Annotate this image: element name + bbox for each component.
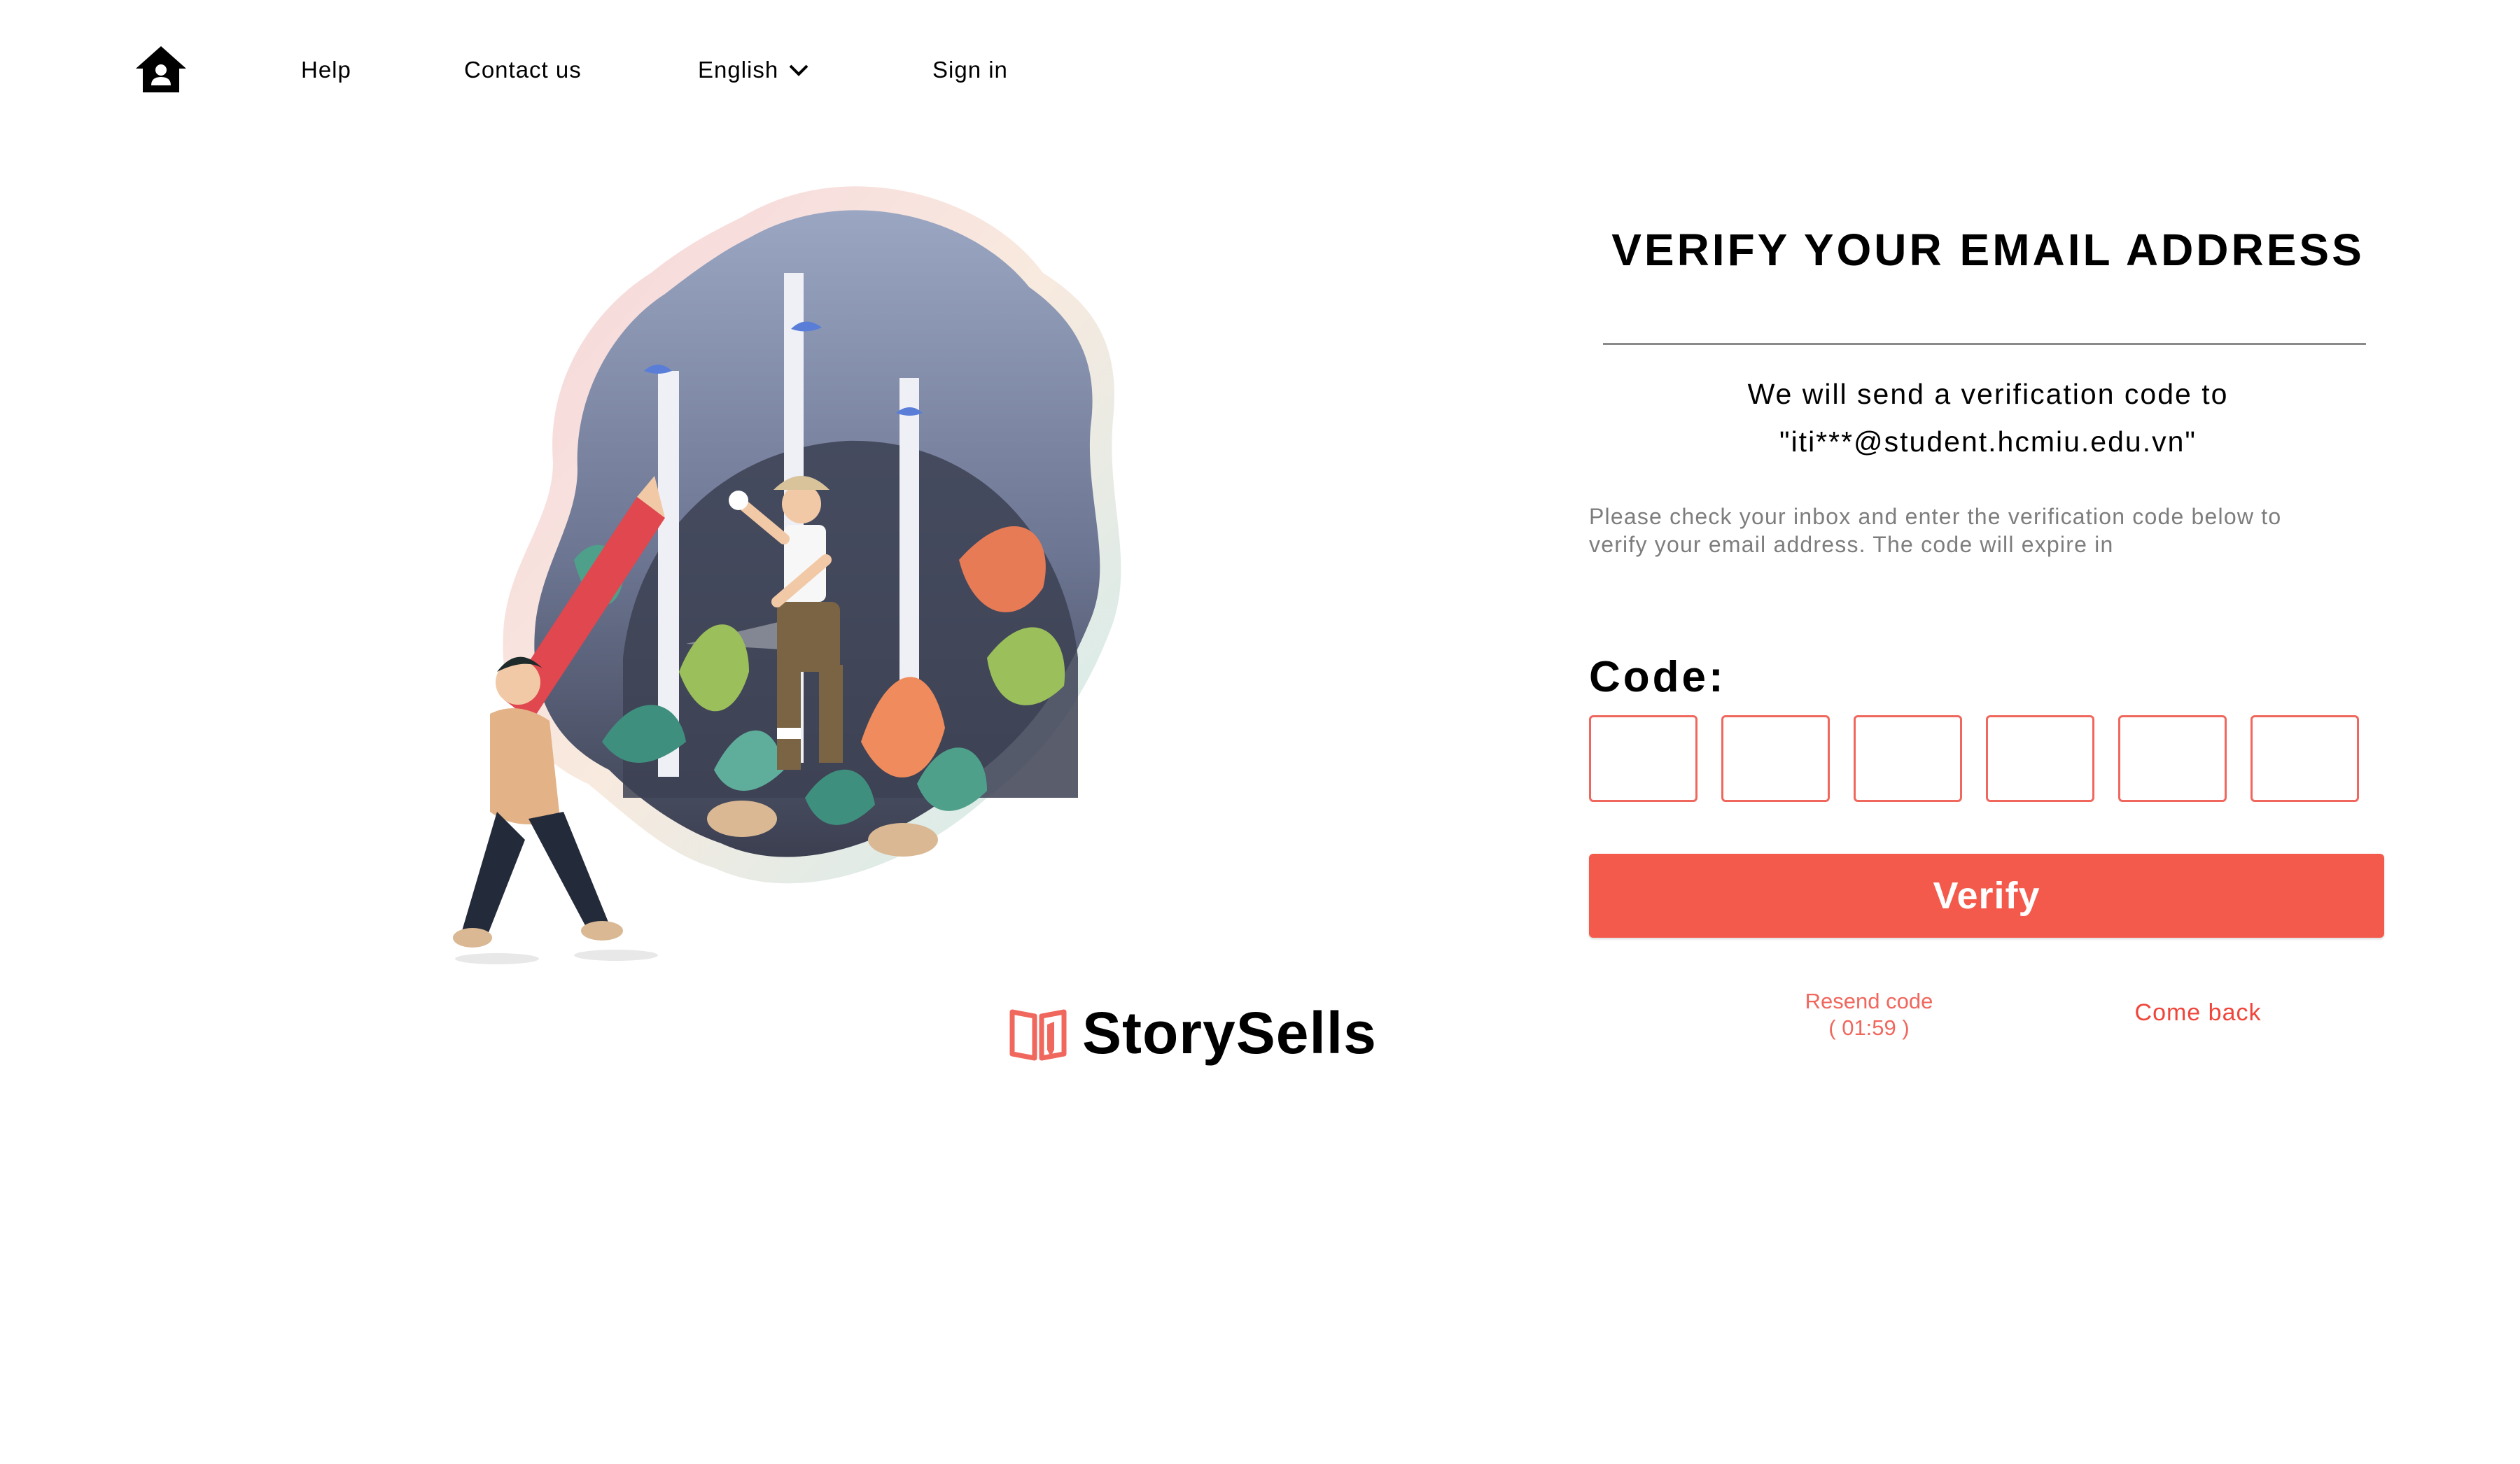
- brand-name: StorySells: [1082, 1000, 1377, 1066]
- code-digit-5[interactable]: [2118, 715, 2227, 802]
- come-back-link[interactable]: Come back: [2093, 999, 2303, 1027]
- send-notice: We will send a verification code to: [1747, 378, 2229, 410]
- code-digit-3[interactable]: [1854, 715, 1962, 802]
- code-digit-2[interactable]: [1721, 715, 1830, 802]
- title-divider: [1603, 343, 2366, 345]
- code-inputs: [1589, 715, 2359, 802]
- chevron-down-icon: [789, 64, 808, 76]
- top-nav: Help Contact us English Sign in: [133, 38, 1007, 101]
- home-icon[interactable]: [133, 42, 189, 98]
- code-digit-4[interactable]: [1986, 715, 2094, 802]
- code-label: Code:: [1589, 653, 1726, 701]
- nav-help-link[interactable]: Help: [301, 57, 351, 83]
- language-label: English: [698, 57, 779, 83]
- forest-explorer-illustration: [453, 186, 1121, 964]
- book-pencil-icon: [1009, 1009, 1067, 1060]
- resend-label: Resend code: [1805, 989, 1933, 1013]
- brand-logo: StorySells: [1007, 999, 1377, 1067]
- verify-button[interactable]: Verify: [1589, 854, 2384, 938]
- language-select[interactable]: English: [698, 57, 809, 83]
- email-address: "iti***@student.hcmiu.edu.vn": [1779, 425, 2197, 458]
- page-title: VERIFY YOUR EMAIL ADDRESS: [1611, 225, 2365, 275]
- resend-timer: ( 01:59 ): [1828, 1015, 1910, 1040]
- code-digit-1[interactable]: [1589, 715, 1698, 802]
- code-digit-6[interactable]: [2250, 715, 2359, 802]
- verify-email-page: Help Contact us English Sign in StorySel…: [0, 0, 2520, 1464]
- instructions-text: Please check your inbox and enter the ve…: [1589, 504, 2282, 557]
- nav-contact-link[interactable]: Contact us: [464, 57, 582, 83]
- resend-code-link[interactable]: Resend code ( 01:59 ): [1764, 988, 1974, 1041]
- nav-sign-in-link[interactable]: Sign in: [932, 57, 1008, 83]
